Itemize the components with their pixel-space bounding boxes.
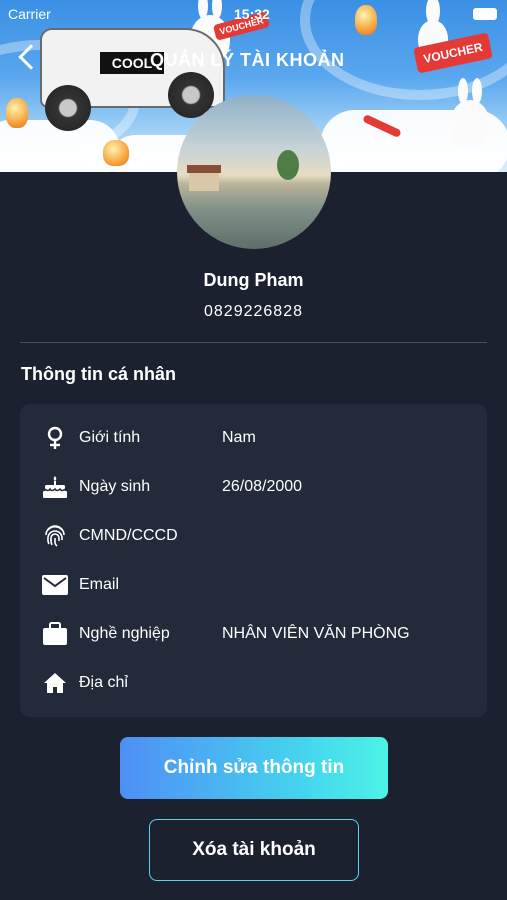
rabbit-icon <box>450 78 490 148</box>
fingerprint-icon <box>42 523 68 549</box>
delete-account-button[interactable]: Xóa tài khoản <box>149 819 359 881</box>
info-row-id: CMND/CCCD <box>20 516 487 556</box>
personal-info-card: Giới tính Nam Ngày sinh 26/08/2000 CMND/… <box>20 404 487 717</box>
info-value: 26/08/2000 <box>222 478 303 495</box>
avatar-house <box>187 165 221 191</box>
avatar-tree <box>277 150 299 180</box>
info-row-birthday: Ngày sinh 26/08/2000 <box>20 467 487 507</box>
profile-name: Dung Pham <box>203 270 304 290</box>
info-label: Địa chỉ <box>79 674 128 691</box>
wheel-icon <box>45 85 91 131</box>
info-label: Nghề nghiệp <box>79 625 170 642</box>
status-time: 15:32 <box>234 6 270 22</box>
info-row-email: Email <box>20 565 487 605</box>
info-label: Ngày sinh <box>79 478 151 495</box>
birthday-cake-icon <box>42 474 68 500</box>
info-value: NHÂN VIÊN VĂN PHÒNG <box>222 625 410 642</box>
profile-phone: 0829226828 <box>204 303 303 320</box>
lantern-icon <box>6 98 28 128</box>
info-row-gender: Giới tính Nam <box>20 418 487 458</box>
edit-info-button[interactable]: Chỉnh sửa thông tin <box>120 737 388 799</box>
avatar[interactable] <box>177 95 331 249</box>
status-bar: Carrier 15:32 <box>0 4 507 24</box>
gender-icon <box>42 425 68 451</box>
section-title: Thông tin cá nhân <box>21 364 176 384</box>
info-label: Email <box>79 576 120 593</box>
page-title: QUẢN LÝ TÀI KHOẢN <box>150 50 345 70</box>
info-row-address: Địa chỉ <box>20 663 487 703</box>
divider <box>20 342 487 343</box>
carrier-label: Carrier <box>8 6 51 22</box>
info-label: CMND/CCCD <box>79 527 178 544</box>
battery-icon <box>473 8 497 20</box>
info-value: Nam <box>222 429 256 446</box>
info-label: Giới tính <box>79 429 141 446</box>
lantern-icon <box>103 140 129 166</box>
info-row-job: Nghề nghiệp NHÂN VIÊN VĂN PHÒNG <box>20 614 487 654</box>
email-icon <box>42 572 68 598</box>
home-icon <box>42 670 68 696</box>
briefcase-icon <box>42 621 68 647</box>
